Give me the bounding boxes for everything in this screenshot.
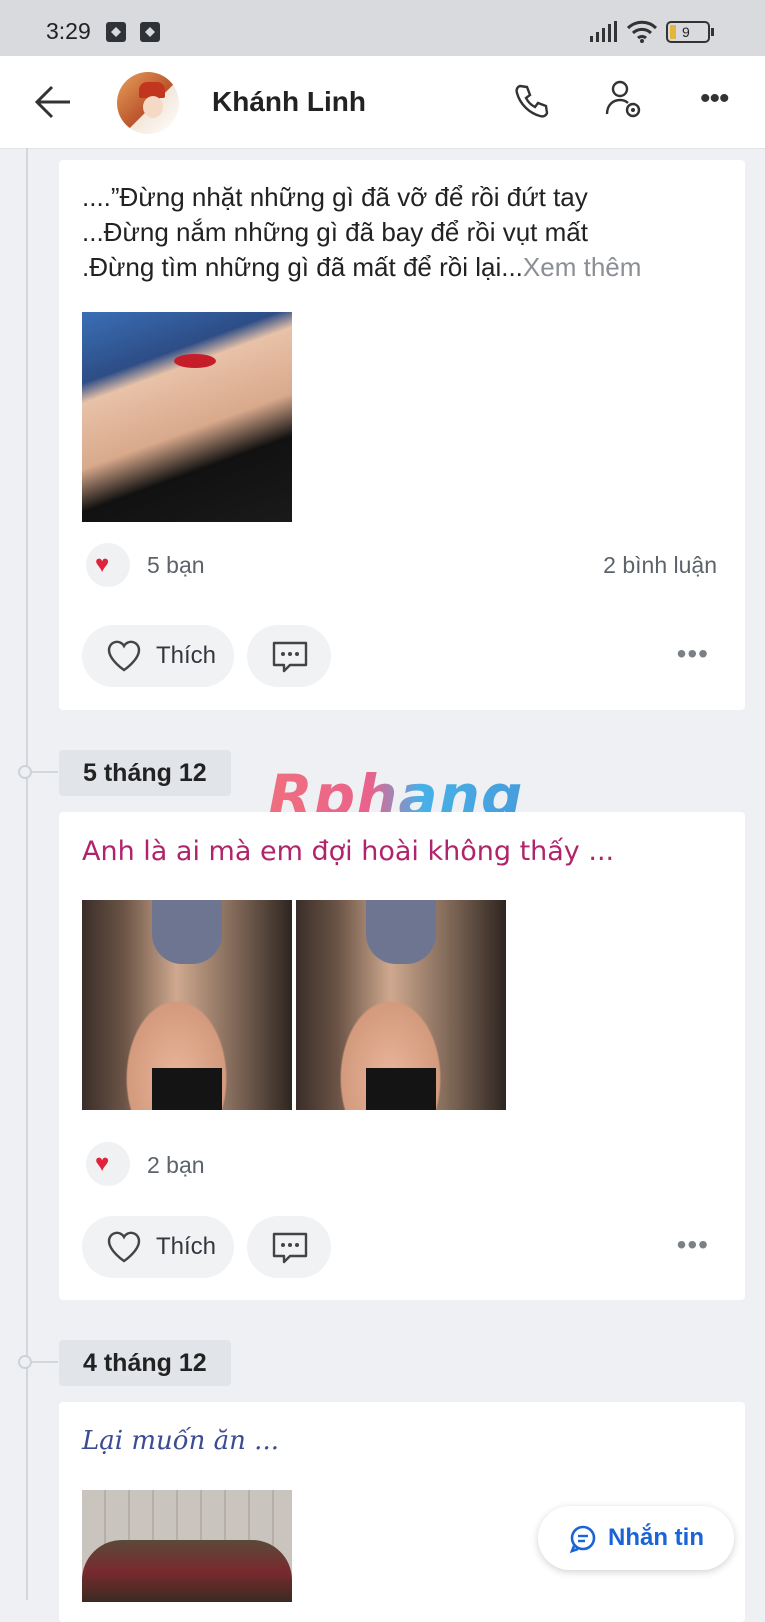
see-more-link[interactable]: Xem thêm bbox=[523, 252, 642, 282]
like-button[interactable]: Thích bbox=[82, 1216, 234, 1278]
wifi-icon bbox=[626, 20, 658, 43]
timeline-dot bbox=[18, 765, 32, 779]
reaction-count[interactable]: 5 bạn bbox=[147, 552, 205, 579]
status-bar: 3:29 9 bbox=[0, 0, 765, 56]
heart-reaction-icon[interactable]: ♥ bbox=[86, 543, 130, 587]
like-label: Thích bbox=[156, 642, 217, 669]
comment-button[interactable] bbox=[247, 1216, 331, 1278]
heart-reaction-icon[interactable]: ♥ bbox=[86, 1142, 130, 1186]
heart-outline-icon bbox=[107, 640, 141, 672]
notification-icon bbox=[106, 22, 126, 42]
comment-button[interactable] bbox=[247, 625, 331, 687]
post-text-line: ....”Đừng nhặt những gì đã vỡ để rồi đứt… bbox=[82, 182, 588, 212]
profile-settings-icon[interactable] bbox=[604, 78, 644, 122]
post-photo[interactable] bbox=[82, 1490, 292, 1602]
post-text: ....”Đừng nhặt những gì đã vỡ để rồi đứt… bbox=[82, 180, 732, 285]
like-label: Thích bbox=[156, 1233, 217, 1260]
notification-icon bbox=[140, 22, 160, 42]
comment-icon bbox=[272, 1232, 308, 1264]
like-button[interactable]: Thích bbox=[82, 625, 234, 687]
post-card: ....”Đừng nhặt những gì đã vỡ để rồi đứt… bbox=[59, 160, 745, 710]
signal-icon bbox=[590, 21, 617, 42]
message-button[interactable]: Nhắn tin bbox=[538, 1506, 734, 1570]
post-photo[interactable] bbox=[296, 900, 506, 1110]
back-arrow-icon[interactable] bbox=[34, 84, 72, 120]
comment-count[interactable]: 2 bình luận bbox=[603, 552, 717, 579]
post-text-line: .Đừng tìm những gì đã mất để rồi lại... bbox=[82, 252, 523, 282]
comment-icon bbox=[272, 641, 308, 673]
post-photo[interactable] bbox=[82, 900, 292, 1110]
more-options-icon[interactable]: ••• bbox=[700, 82, 729, 116]
post-text: Anh là ai mà em đợi hoài không thấy ... bbox=[82, 836, 615, 867]
timeline-dot bbox=[18, 1355, 32, 1369]
post-card: Anh là ai mà em đợi hoài không thấy ... … bbox=[59, 812, 745, 1300]
date-label: 5 tháng 12 bbox=[59, 750, 231, 796]
timeline-connector bbox=[32, 771, 58, 773]
message-button-label: Nhắn tin bbox=[608, 1524, 704, 1551]
reaction-count[interactable]: 2 bạn bbox=[147, 1152, 205, 1179]
timeline-connector bbox=[32, 1361, 58, 1363]
date-text: 5 tháng 12 bbox=[83, 759, 207, 787]
avatar[interactable] bbox=[117, 72, 179, 134]
phone-icon[interactable] bbox=[512, 82, 550, 120]
contact-name: Khánh Linh bbox=[212, 86, 366, 117]
post-more-icon[interactable]: ••• bbox=[677, 1229, 709, 1261]
battery-level: 9 bbox=[682, 24, 690, 40]
battery-icon: 9 bbox=[666, 21, 714, 43]
post-text-line: ...Đừng nắm những gì đã bay để rồi vụt m… bbox=[82, 217, 588, 247]
date-text: 4 tháng 12 bbox=[83, 1349, 207, 1377]
post-more-icon[interactable]: ••• bbox=[677, 638, 709, 670]
chat-header: Khánh Linh ••• bbox=[0, 56, 765, 149]
post-photo[interactable] bbox=[82, 312, 292, 522]
status-time: 3:29 bbox=[46, 18, 91, 44]
timeline-line bbox=[26, 148, 28, 1600]
heart-outline-icon bbox=[107, 1231, 141, 1263]
post-text: Lại muốn ăn ... bbox=[82, 1426, 279, 1456]
chat-bubble-icon bbox=[569, 1525, 596, 1554]
date-label: 4 tháng 12 bbox=[59, 1340, 231, 1386]
